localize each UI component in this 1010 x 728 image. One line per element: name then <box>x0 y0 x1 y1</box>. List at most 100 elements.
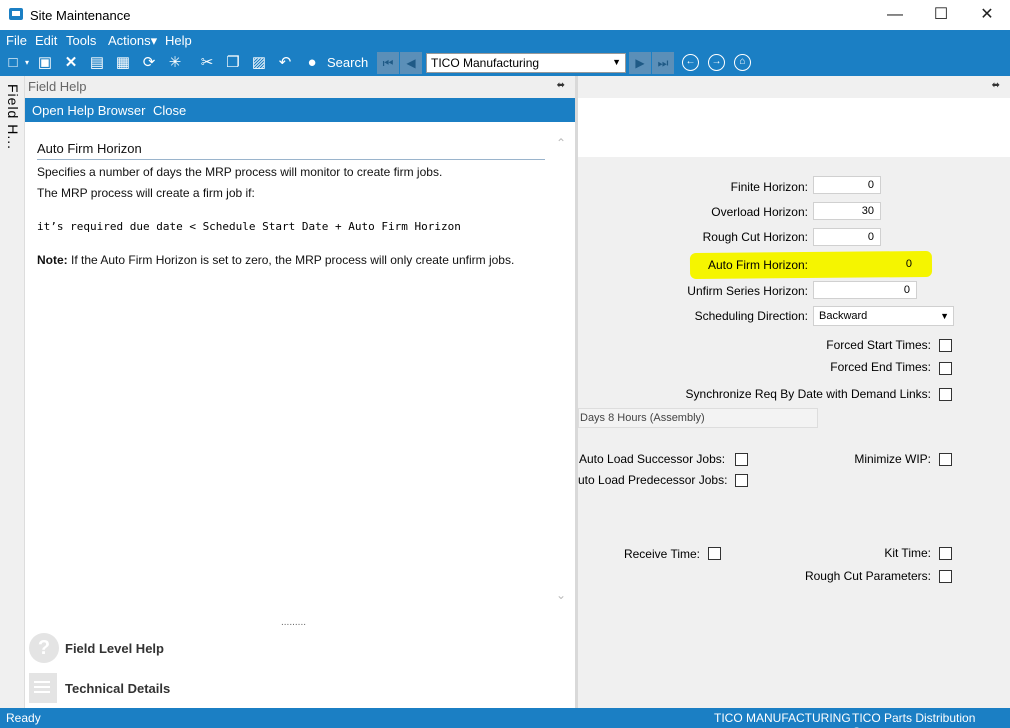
next-record-icon[interactable]: ▶ <box>629 52 651 74</box>
field-help-actions: Open Help Browser Close <box>25 98 575 122</box>
auto-firm-horizon-input[interactable]: 0 <box>813 255 919 273</box>
cut-icon[interactable]: ✂ <box>197 53 217 73</box>
site-form: ⬌ Finite Horizon: 0 Overload Horizon: 30… <box>578 76 1010 708</box>
scheduling-direction-select[interactable]: Backward ▼ <box>813 306 954 326</box>
minimize-wip-label: Minimize WIP: <box>854 452 931 466</box>
company-select[interactable]: TICO Manufacturing ▼ <box>426 53 626 73</box>
attachment-icon[interactable]: ▦ <box>113 53 133 73</box>
status-company: TICO MANUFACTURING <box>714 711 851 725</box>
maximize-button[interactable]: ☐ <box>918 0 964 30</box>
previous-record-icon[interactable]: ◀ <box>400 52 422 74</box>
help-topic-title: Auto Firm Horizon <box>37 141 142 156</box>
days-hours-field[interactable]: Days 8 Hours (Assembly) <box>578 408 818 428</box>
field-level-help-link[interactable]: Field Level Help <box>65 641 164 656</box>
receive-time-checkbox[interactable] <box>708 547 721 560</box>
question-icon: ? <box>29 633 59 663</box>
finite-horizon-input[interactable]: 0 <box>813 176 881 194</box>
first-record-icon[interactable]: ⏮ <box>377 52 399 74</box>
receive-time-label: Receive Time: <box>623 547 700 561</box>
minimize-wip-checkbox[interactable] <box>939 453 952 466</box>
scheduling-direction-label: Scheduling Direction: <box>694 309 808 323</box>
clear-icon[interactable]: ✳ <box>165 53 185 73</box>
help-formula: it’s required due date < Schedule Start … <box>37 220 461 233</box>
top-bar: File Edit Tools Actions▾ Help □ ▾ ▣ ✕ ▤ … <box>0 30 1010 76</box>
rough-cut-parameters-label: Rough Cut Parameters: <box>804 569 931 583</box>
rough-cut-horizon-label: Rough Cut Horizon: <box>702 230 808 244</box>
pin-icon[interactable]: ⬌ <box>557 80 565 91</box>
status-site: TICO Parts Distribution Center <box>852 711 976 728</box>
unfirm-series-horizon-label: Unfirm Series Horizon: <box>687 284 808 298</box>
menu-help[interactable]: Help <box>165 33 192 48</box>
refresh-icon[interactable]: ⟳ <box>139 53 159 73</box>
title-divider <box>37 159 545 160</box>
help-condition: The MRP process will create a firm job i… <box>37 186 255 200</box>
undo-icon[interactable]: ↶ <box>275 53 295 73</box>
forced-end-times-label: Forced End Times: <box>830 360 931 374</box>
copy-icon[interactable]: ❐ <box>223 53 243 73</box>
app-window: Site Maintenance — ☐ ✕ File Edit Tools A… <box>0 0 1010 728</box>
kit-time-checkbox[interactable] <box>939 547 952 560</box>
help-description: Specifies a number of days the MRP proce… <box>37 165 443 179</box>
menu-file[interactable]: File <box>6 33 27 48</box>
splitter-grip[interactable]: ......... <box>281 617 306 628</box>
delete-icon[interactable]: ✕ <box>61 53 81 73</box>
scroll-up-icon[interactable]: ⌃ <box>556 136 566 150</box>
form-blank-area <box>578 98 1010 157</box>
auto-load-predecessor-checkbox[interactable] <box>735 474 748 487</box>
paste-icon[interactable]: ▨ <box>249 53 269 73</box>
forward-icon[interactable]: → <box>708 54 725 71</box>
field-help-content: Auto Firm Horizon Specifies a number of … <box>25 122 575 622</box>
document-icon <box>29 673 57 703</box>
auto-load-successor-label: Auto Load Successor Jobs: <box>579 452 726 466</box>
new-dropdown-icon[interactable]: ▾ <box>17 53 37 73</box>
sync-req-by-date-checkbox[interactable] <box>939 388 952 401</box>
rough-cut-horizon-input[interactable]: 0 <box>813 228 881 246</box>
save-icon[interactable]: ▣ <box>35 53 55 73</box>
company-select-value: TICO Manufacturing <box>431 56 540 70</box>
form-header: ⬌ <box>578 76 1010 98</box>
auto-load-successor-checkbox[interactable] <box>735 453 748 466</box>
overload-horizon-input[interactable]: 30 <box>813 202 881 220</box>
scheduling-direction-value: Backward <box>819 310 868 322</box>
sync-req-by-date-label: Synchronize Req By Date with Demand Link… <box>685 387 931 401</box>
open-help-browser-button[interactable]: Open Help Browser <box>32 103 145 118</box>
minimize-button[interactable]: — <box>872 0 918 30</box>
search-button[interactable]: Search <box>327 55 368 70</box>
window-title: Site Maintenance <box>30 8 131 23</box>
technical-details-link[interactable]: Technical Details <box>65 681 170 696</box>
menu-edit[interactable]: Edit <box>35 33 57 48</box>
toolbar: □ ▾ ▣ ✕ ▤ ▦ ⟳ ✳ ✂ ❐ ▨ ↶ ●​ Search ⏮ ◀ TI… <box>0 50 1010 76</box>
help-note: Note: If the Auto Firm Horizon is set to… <box>37 253 514 267</box>
side-tab-label: Field H... <box>5 84 21 151</box>
unfirm-series-horizon-input[interactable]: 0 <box>813 281 917 299</box>
chevron-down-icon: ▼ <box>612 57 621 67</box>
note-label: Note: <box>37 253 68 267</box>
back-icon[interactable]: ← <box>682 54 699 71</box>
app-icon <box>9 8 23 20</box>
field-help-title: Field Help <box>28 79 87 94</box>
rough-cut-parameters-checkbox[interactable] <box>939 570 952 583</box>
auto-load-predecessor-label: uto Load Predecessor Jobs: <box>578 473 728 487</box>
scroll-down-icon[interactable]: ⌄ <box>556 588 566 602</box>
overload-horizon-label: Overload Horizon: <box>711 205 808 219</box>
forced-start-times-checkbox[interactable] <box>939 339 952 352</box>
book-icon[interactable]: ▤ <box>87 53 107 73</box>
title-bar: Site Maintenance — ☐ ✕ <box>0 0 1010 30</box>
close-window-button[interactable]: ✕ <box>964 0 1010 30</box>
close-help-button[interactable]: Close <box>153 103 186 118</box>
finite-horizon-label: Finite Horizon: <box>730 180 808 194</box>
kit-time-label: Kit Time: <box>884 546 931 560</box>
forced-start-times-label: Forced Start Times: <box>826 338 931 352</box>
home-icon[interactable]: ⌂ <box>734 54 751 71</box>
last-record-icon[interactable]: ⏭ <box>652 52 674 74</box>
note-text: If the Auto Firm Horizon is set to zero,… <box>67 253 515 267</box>
menu-tools[interactable]: Tools <box>66 33 96 48</box>
forced-end-times-checkbox[interactable] <box>939 362 952 375</box>
pin-icon[interactable]: ⬌ <box>992 80 1000 91</box>
field-help-panel: Field Help ⬌ Open Help Browser Close Aut… <box>25 76 575 708</box>
chevron-down-icon: ▼ <box>940 311 949 321</box>
menu-actions[interactable]: Actions▾ <box>108 33 157 49</box>
field-help-side-tab[interactable]: Field H... <box>0 76 25 708</box>
field-help-header: Field Help ⬌ <box>25 76 575 98</box>
binoculars-icon[interactable]: ●​ <box>302 53 322 73</box>
